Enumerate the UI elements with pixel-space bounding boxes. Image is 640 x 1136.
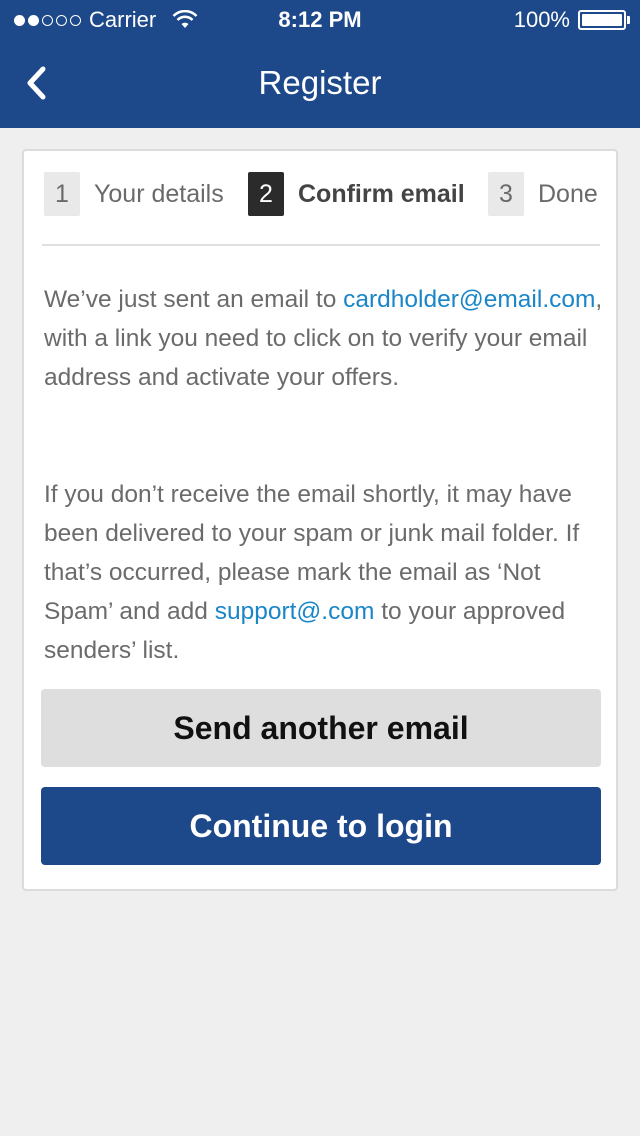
confirm-email-card: 1 Your details 2 Confirm email 3 Done We… [22, 149, 618, 891]
status-right: 100% [513, 0, 630, 40]
step-number: 2 [248, 172, 284, 216]
top-bar: Carrier 8:12 PM 100% Register [0, 0, 640, 128]
step-label: Your details [94, 179, 224, 208]
message-text: We’ve just sent an email to [44, 286, 344, 313]
step-done: 3 Done [488, 171, 598, 217]
battery-icon [578, 10, 630, 30]
page-title: Register [258, 64, 382, 101]
cardholder-email-link[interactable]: cardholder@email.com [343, 286, 595, 313]
step-label: Confirm email [298, 179, 465, 208]
battery-percent: 100% [513, 7, 570, 32]
step-confirm-email: 2 Confirm email [248, 171, 465, 217]
step-label: Done [538, 179, 598, 208]
step-number: 3 [488, 172, 524, 216]
status-bar: Carrier 8:12 PM 100% [0, 0, 640, 40]
step-number: 1 [44, 172, 80, 216]
spam-help-message: If you don’t receive the email shortly, … [44, 475, 604, 670]
nav-bar: Register [0, 40, 640, 128]
continue-to-login-button[interactable]: Continue to login [41, 787, 601, 865]
send-another-email-button[interactable]: Send another email [41, 689, 601, 767]
step-your-details: 1 Your details [44, 171, 224, 217]
sent-email-message: We’ve just sent an email to cardholder@e… [44, 280, 604, 397]
divider [42, 244, 600, 246]
support-email-link[interactable]: support@.com [215, 598, 375, 625]
progress-steps: 1 Your details 2 Confirm email 3 Done [42, 171, 598, 217]
